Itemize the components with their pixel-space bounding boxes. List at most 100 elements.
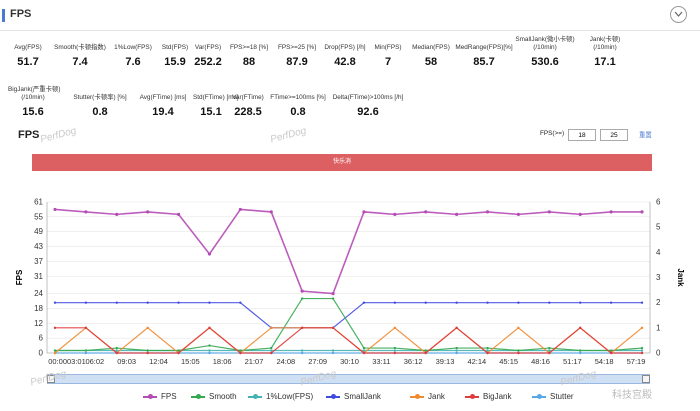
data-point xyxy=(115,346,118,350)
legend-item[interactable]: Stutter xyxy=(532,392,574,402)
metric-item: MedRange(FPS)[%] 85.7 xyxy=(455,44,513,68)
data-point xyxy=(239,351,242,355)
data-point xyxy=(362,351,366,355)
data-point xyxy=(84,326,88,330)
data-point xyxy=(208,326,211,330)
data-point xyxy=(300,289,304,293)
metric-value: 15.6 xyxy=(22,106,44,118)
data-point xyxy=(53,301,57,304)
metric-value: 0.8 xyxy=(290,106,306,118)
legend-item[interactable]: BigJank xyxy=(465,392,511,402)
y-tick-label: 55 xyxy=(34,212,43,221)
data-point xyxy=(393,301,397,304)
metric-value: 58 xyxy=(424,56,438,68)
data-point xyxy=(84,351,88,355)
metric-item: Median(FPS) 58 xyxy=(409,44,453,68)
y2-tick-label: 5 xyxy=(656,223,661,232)
data-point xyxy=(115,301,118,304)
data-point xyxy=(424,301,427,304)
data-point xyxy=(270,351,273,355)
metric-item: Drop(FPS) [/h] 42.8 xyxy=(322,44,368,68)
data-point xyxy=(640,346,644,350)
y-tick-label: 61 xyxy=(34,198,43,207)
legend-label: BigJank xyxy=(483,392,512,401)
data-point xyxy=(393,349,397,352)
metric-item: Std(FPS) 15.9 xyxy=(157,44,193,68)
legend-item[interactable]: FPS xyxy=(143,392,177,402)
metric-item: Stutter(卡顿率) [%] 0.8 xyxy=(70,94,130,118)
panel-title: FPS xyxy=(10,8,32,20)
data-point xyxy=(362,346,366,350)
y-tick-label: 6 xyxy=(39,334,44,343)
data-point xyxy=(146,326,149,330)
fps-threshold-low-input[interactable] xyxy=(568,129,596,141)
scroll-handle-right[interactable] xyxy=(642,375,650,383)
legend-item[interactable]: 1%Low(FPS) xyxy=(248,392,313,402)
x-tick-label: 12:04 xyxy=(149,357,168,366)
y2-axis-label: Jank xyxy=(676,268,685,287)
metric-label: FPS>=25 [%] xyxy=(277,44,316,51)
metric-item: Var(FTime) 228.5 xyxy=(230,94,266,118)
legend-item[interactable]: Jank xyxy=(410,392,445,402)
fps-threshold-high-input[interactable] xyxy=(600,129,628,141)
metric-value: 228.5 xyxy=(234,106,262,118)
data-point xyxy=(516,212,521,216)
metric-label: Min(FPS) xyxy=(374,44,402,51)
fps-filter: FPS(>=) xyxy=(540,129,628,141)
x-tick-label: 57:19 xyxy=(627,357,646,366)
data-point xyxy=(208,349,211,352)
metric-value: 51.7 xyxy=(17,56,39,68)
legend-item[interactable]: Smooth xyxy=(191,392,237,402)
legend-swatch xyxy=(248,393,262,399)
data-point xyxy=(115,349,118,352)
data-point xyxy=(146,351,149,355)
metric-item: Avg(FTime) [ms] 19.4 xyxy=(134,94,192,118)
data-point xyxy=(53,207,57,212)
y2-tick-label: 3 xyxy=(656,273,661,282)
data-point xyxy=(486,301,489,304)
y-tick-label: 12 xyxy=(34,319,43,328)
y-tick-label: 31 xyxy=(34,272,43,281)
metric-value: 85.7 xyxy=(473,56,495,68)
data-point xyxy=(393,212,397,216)
data-point xyxy=(640,349,644,352)
header-accent xyxy=(2,9,5,22)
metric-label: Std(FTime) [ms] xyxy=(193,94,239,101)
x-tick-label: 48:16 xyxy=(531,357,550,366)
data-point xyxy=(177,351,180,355)
metric-value: 88 xyxy=(242,56,256,68)
metric-label: Median(FPS) xyxy=(412,44,450,51)
metric-label: Avg(FPS) xyxy=(14,44,42,51)
legend-label: SmallJank xyxy=(344,392,381,401)
collapse-button[interactable] xyxy=(670,6,687,23)
y-tick-label: 49 xyxy=(34,227,43,236)
metric-value: 7.4 xyxy=(72,56,88,68)
y-tick-label: 18 xyxy=(34,304,43,313)
metric-value: 7.6 xyxy=(125,56,141,68)
data-point xyxy=(455,349,458,352)
metric-value: 15.1 xyxy=(200,106,222,118)
legend-item[interactable]: SmallJank xyxy=(326,392,381,402)
data-point xyxy=(84,301,88,304)
legend-swatch xyxy=(326,393,340,399)
data-point xyxy=(331,297,335,300)
metric-value: 19.4 xyxy=(152,106,174,118)
metric-value: 42.8 xyxy=(334,56,356,68)
y-tick-label: 0 xyxy=(39,349,44,358)
data-point xyxy=(579,349,582,352)
y-tick-label: 24 xyxy=(34,289,43,298)
reset-link[interactable]: 重置 xyxy=(639,130,652,139)
legend-swatch xyxy=(465,393,479,399)
metric-label: Jank(卡顿) (/10min) xyxy=(589,36,621,51)
legend-label: Jank xyxy=(428,392,445,401)
metric-label: SmallJank(微小卡顿) (/10min) xyxy=(515,36,575,51)
data-point xyxy=(578,212,582,216)
data-point xyxy=(300,351,304,355)
y2-tick-label: 1 xyxy=(656,323,661,332)
fps-chart: 061218243137434955610123456FPS Jank00:000… xyxy=(15,198,685,367)
data-point xyxy=(485,210,490,214)
legend-swatch xyxy=(191,393,205,399)
legend-swatch xyxy=(143,393,157,399)
data-point xyxy=(455,212,459,216)
metric-item: BigJank(严重卡顿) (/10min) 15.6 xyxy=(8,86,61,118)
